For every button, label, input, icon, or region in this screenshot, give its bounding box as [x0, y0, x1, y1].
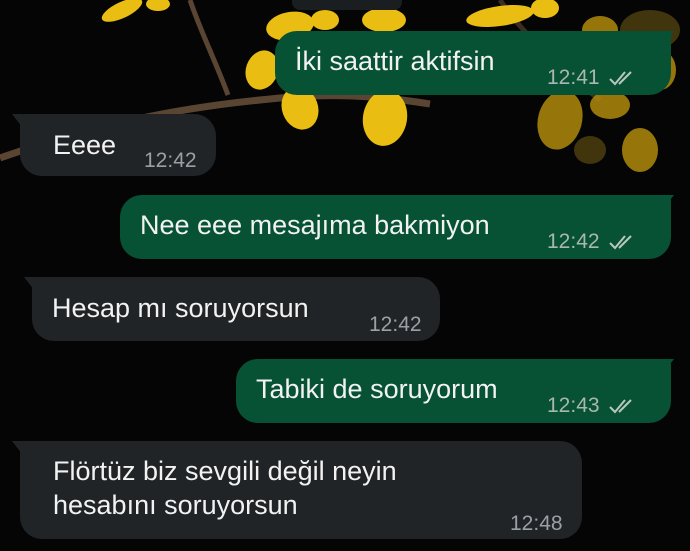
- message-time: 12:42: [144, 149, 197, 172]
- message-time: 12:43: [547, 394, 600, 417]
- read-double-check-icon: [608, 399, 632, 414]
- message-meta: 12:42: [369, 308, 422, 342]
- message-time: 12:42: [369, 313, 422, 336]
- outgoing-message[interactable]: Tabiki de soruyorum 12:43: [236, 359, 671, 423]
- read-double-check-icon: [608, 71, 632, 86]
- message-meta: 12:43: [547, 389, 638, 423]
- message-meta: 12:42: [144, 144, 197, 178]
- message-meta: 12:42: [547, 225, 638, 259]
- message-text: İki saattir aktifsin: [295, 46, 495, 76]
- message-text: Hesap mı soruyorsun: [52, 293, 309, 323]
- incoming-message[interactable]: Flörtüz biz sevgili değil neyin hesabını…: [20, 441, 582, 539]
- incoming-message[interactable]: Hesap mı soruyorsun 12:42: [32, 277, 440, 341]
- message-meta: 12:48: [510, 507, 563, 541]
- message-text: Nee eee mesajıma bakmiyon: [140, 210, 490, 240]
- message-meta: 12:41: [547, 61, 638, 95]
- message-text: Tabiki de soruyorum: [256, 374, 498, 404]
- outgoing-message[interactable]: Nee eee mesajıma bakmiyon 12:42: [120, 195, 671, 259]
- message-time: 12:42: [547, 230, 600, 253]
- message-time: 12:48: [510, 512, 563, 535]
- message-text: Eeee: [53, 130, 117, 160]
- message-time: 12:41: [547, 66, 600, 89]
- incoming-message[interactable]: Eeee 12:42: [20, 114, 216, 176]
- read-double-check-icon: [608, 235, 632, 250]
- message-text: Flörtüz biz sevgili değil neyin hesabını…: [53, 456, 397, 520]
- outgoing-message[interactable]: İki saattir aktifsin 12:41: [275, 31, 671, 95]
